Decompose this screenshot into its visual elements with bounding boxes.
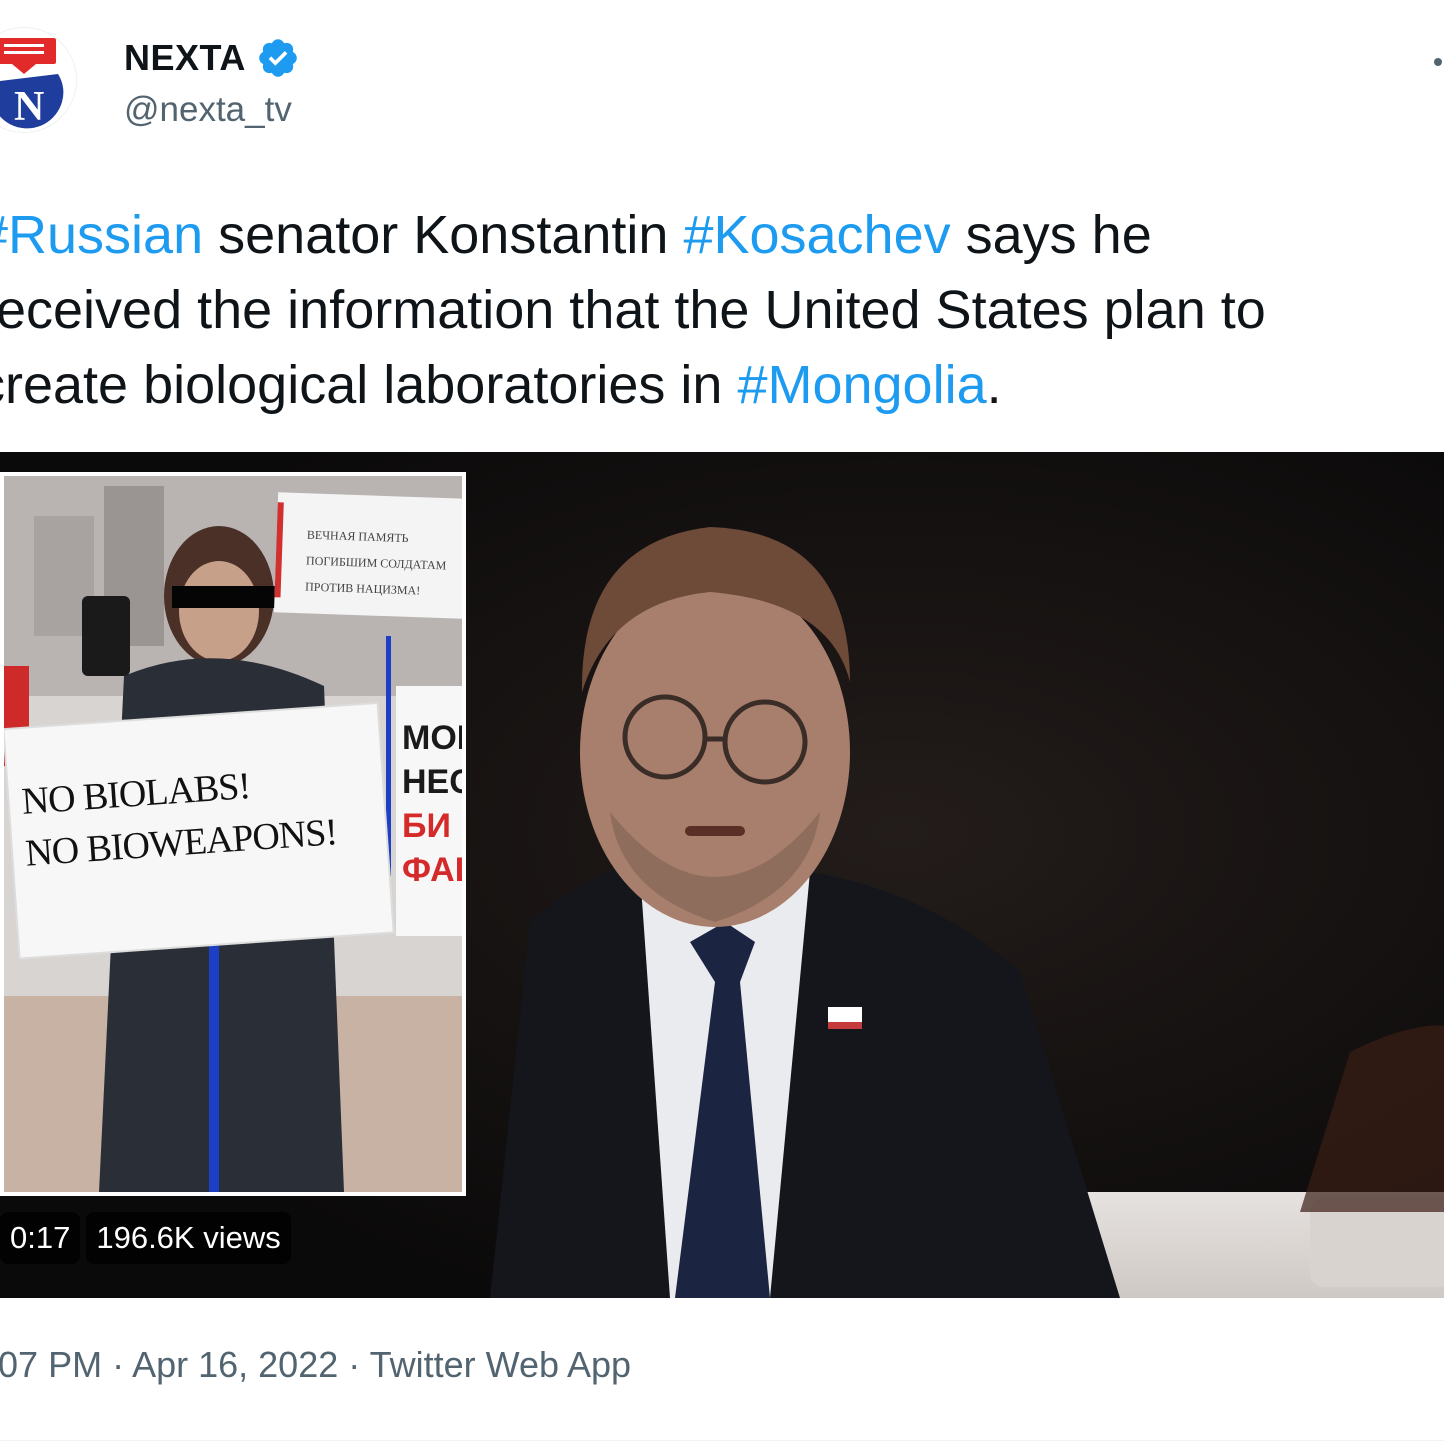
verified-badge-icon [259,39,297,77]
tweet-line-3: create biological laboratories in #Mongo… [0,348,1444,423]
hashtag-mongolia[interactable]: #Mongolia [737,355,986,415]
video-views-badge: 196.6K views [86,1212,291,1264]
tweet-text-segment: . [986,355,1002,415]
nexta-logo-icon: N [0,28,76,132]
tweet-text-segment: senator Konstantin [203,205,684,265]
sign-top-text: ВЕЧНАЯ ПАМЯТЬ ПОГИБШИМ СОЛДАТАМ ПРОТИВ Н… [304,527,447,598]
video-badges: 0:17 196.6K views [0,1212,291,1264]
tweet-card: N NEXTA @nexta_tv #Russian senator Konst… [0,0,1444,1444]
tweet-metadata: 4:07 PM · Apr 16, 2022 · Twitter Web App [0,1344,631,1386]
separator: · [338,1344,370,1385]
sign-right-text: MOI HEC БИ ФАЦ [402,719,466,889]
separator: · [102,1344,133,1385]
tweet-time[interactable]: 4:07 PM [0,1344,102,1385]
video-duration-badge: 0:17 [0,1212,81,1264]
inset-protest-photo: NO BIOLABS! NO BIOWEAPONS! ВЕЧНАЯ ПАМЯТЬ… [0,472,466,1196]
tweet-date[interactable]: Apr 16, 2022 [132,1344,338,1385]
divider [0,1440,1444,1441]
display-name-text: NEXTA [124,37,246,78]
tweet-text-segment: says he [950,205,1152,265]
author-handle[interactable]: @nexta_tv [124,90,292,130]
author-display-name[interactable]: NEXTA [124,36,300,80]
hashtag-russian[interactable]: #Russian [0,205,203,265]
tweet-text-segment: create biological laboratories in [0,355,738,415]
svg-text:N: N [14,84,44,130]
tweet-line-2: received the information that the United… [0,273,1444,348]
avatar[interactable]: N [0,28,76,132]
tweet-text: #Russian senator Konstantin #Kosachev sa… [0,198,1444,423]
hashtag-kosachev[interactable]: #Kosachev [683,205,950,265]
tweet-text-segment: received the information that the United… [0,280,1266,340]
tweet-line-1: #Russian senator Konstantin #Kosachev sa… [0,198,1444,273]
sign-main-text: NO BIOLABS! NO BIOWEAPONS! [20,765,339,875]
tweet-source[interactable]: Twitter Web App [370,1344,631,1385]
more-options-icon[interactable] [1430,50,1444,74]
video-player[interactable]: NO BIOLABS! NO BIOWEAPONS! ВЕЧНАЯ ПАМЯТЬ… [0,452,1444,1298]
